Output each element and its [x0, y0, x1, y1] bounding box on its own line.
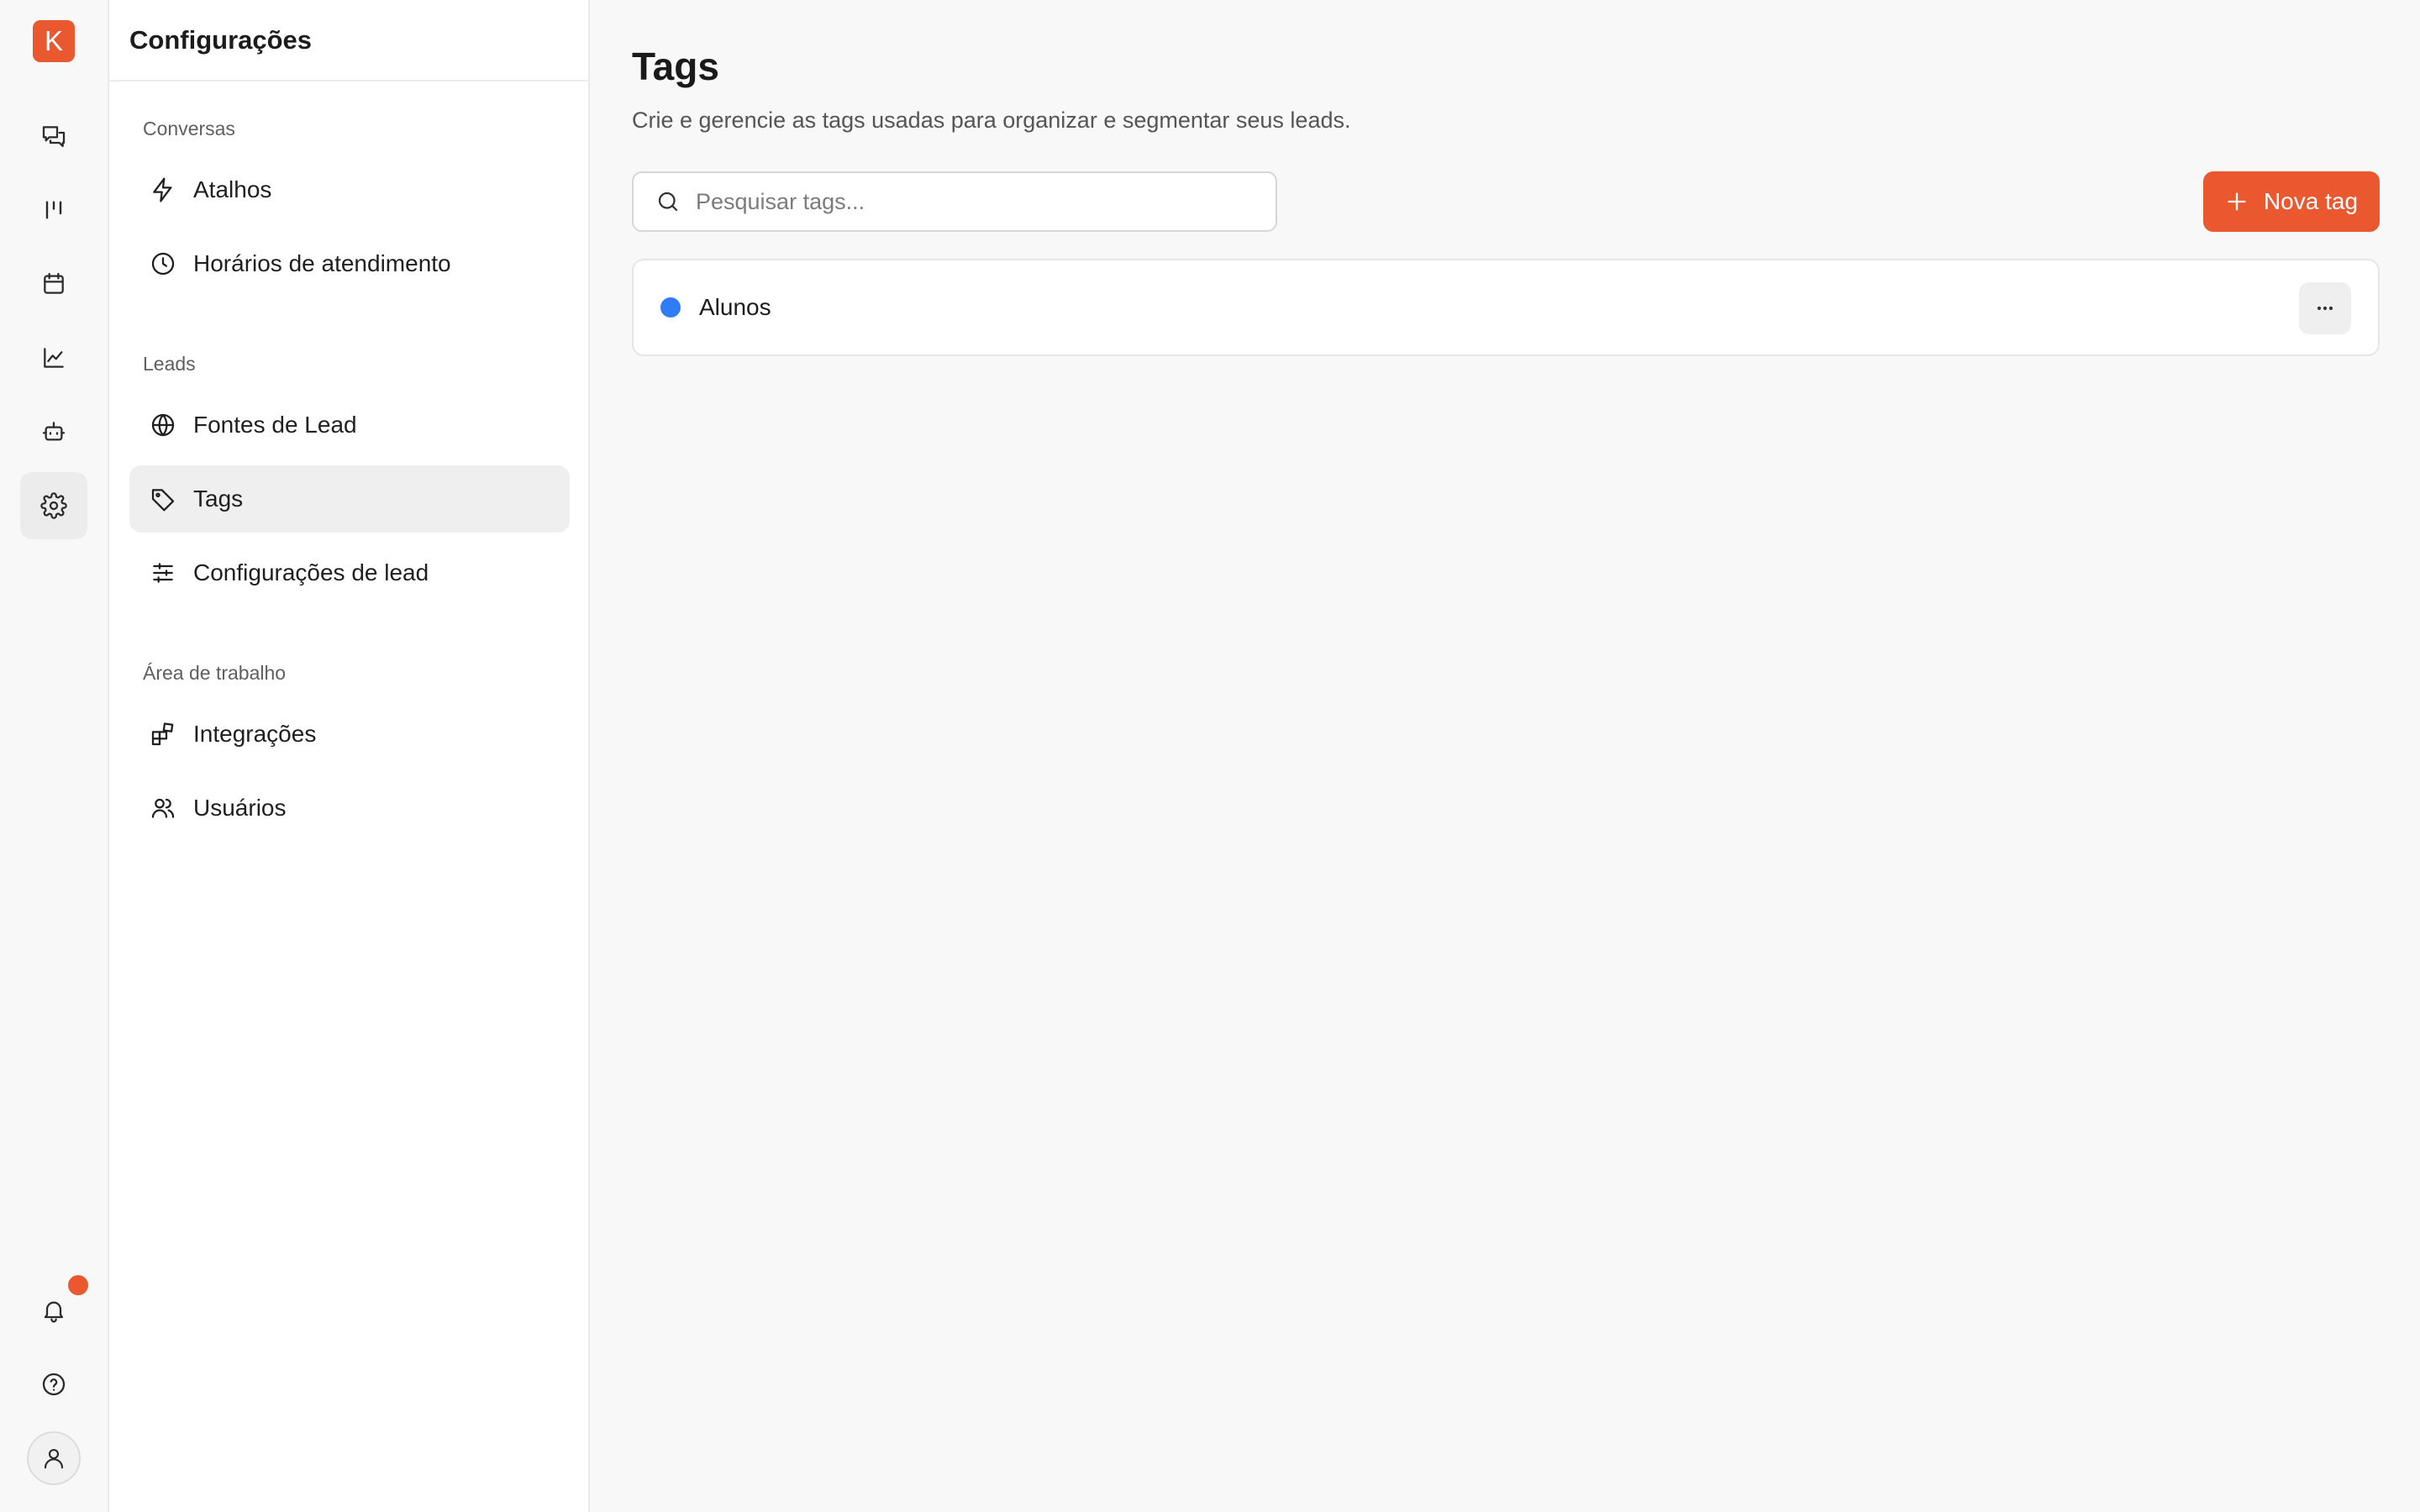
sidebar-item-integracoes[interactable]: Integrações — [129, 701, 570, 768]
bot-icon — [42, 422, 66, 441]
page-title: Tags — [632, 45, 719, 88]
rail-conversations-button[interactable] — [20, 102, 87, 170]
new-tag-label: Nova tag — [2263, 188, 2359, 214]
more-horizontal-icon — [2317, 306, 2333, 311]
tag-color-dot — [660, 297, 681, 318]
notification-badge — [68, 1275, 88, 1295]
settings-sidebar: Configurações Conversas Atalhos Horários… — [109, 0, 590, 1512]
sliders-icon — [153, 563, 173, 583]
icon-rail: K — [0, 0, 109, 1512]
sidebar-title: Configurações — [129, 24, 313, 55]
sidebar-item-horarios[interactable]: Horários de atendimento — [129, 230, 570, 297]
lightning-icon — [153, 177, 172, 202]
settings-icon — [40, 492, 67, 519]
search-icon — [658, 192, 678, 212]
sidebar-item-label: Usuários — [193, 795, 287, 821]
rail-pipeline-button[interactable] — [20, 176, 87, 244]
rail-analytics-button[interactable] — [20, 324, 87, 391]
sidebar-item-atalhos[interactable]: Atalhos — [129, 156, 570, 223]
calendar-icon — [44, 272, 64, 294]
sidebar-item-label: Atalhos — [193, 176, 272, 202]
user-avatar-button[interactable] — [27, 1431, 81, 1485]
section-label-area-de-trabalho: Área de trabalho — [143, 662, 287, 684]
search-box[interactable] — [632, 171, 1277, 232]
rail-help-button[interactable] — [20, 1351, 87, 1418]
conversations-icon — [42, 126, 66, 148]
tag-icon — [151, 489, 175, 512]
sidebar-item-fontes-de-lead[interactable]: Fontes de Lead — [129, 391, 570, 459]
sidebar-item-usuarios[interactable]: Usuários — [129, 774, 570, 842]
sidebar-item-label: Tags — [193, 486, 244, 512]
globe-icon — [151, 413, 175, 437]
sidebar-header: Configurações — [109, 0, 588, 81]
bell-icon — [44, 1301, 64, 1323]
puzzle-icon — [151, 722, 174, 746]
pipeline-icon — [45, 201, 62, 219]
sidebar-item-label: Fontes de Lead — [193, 412, 357, 438]
tag-row[interactable]: Alunos — [634, 260, 2378, 354]
users-icon — [151, 798, 175, 818]
user-icon — [44, 1448, 64, 1469]
clock-icon — [151, 252, 175, 276]
help-icon — [42, 1373, 66, 1396]
tag-more-button[interactable] — [2299, 282, 2351, 334]
rail-calendar-button[interactable] — [20, 250, 87, 318]
rail-bot-button[interactable] — [20, 398, 87, 465]
tag-list: Alunos — [632, 259, 2380, 356]
sidebar-item-tags[interactable]: Tags — [129, 465, 570, 533]
analytics-icon — [44, 348, 64, 368]
plus-icon — [2228, 192, 2246, 211]
section-label-leads: Leads — [143, 353, 196, 375]
sidebar-item-label: Horários de atendimento — [193, 250, 451, 276]
page-subtitle: Crie e gerencie as tags usadas para orga… — [632, 108, 1351, 133]
sidebar-item-configuracoes-de-lead[interactable]: Configurações de lead — [129, 539, 570, 606]
tag-name: Alunos — [699, 294, 771, 320]
search-input[interactable] — [696, 188, 1250, 215]
new-tag-button[interactable]: Nova tag — [2203, 171, 2380, 232]
sidebar-item-label: Configurações de lead — [193, 559, 429, 585]
section-label-conversas: Conversas — [143, 118, 235, 139]
app-logo[interactable]: K — [33, 20, 75, 62]
rail-settings-button[interactable] — [20, 472, 87, 539]
sidebar-item-label: Integrações — [193, 721, 317, 747]
